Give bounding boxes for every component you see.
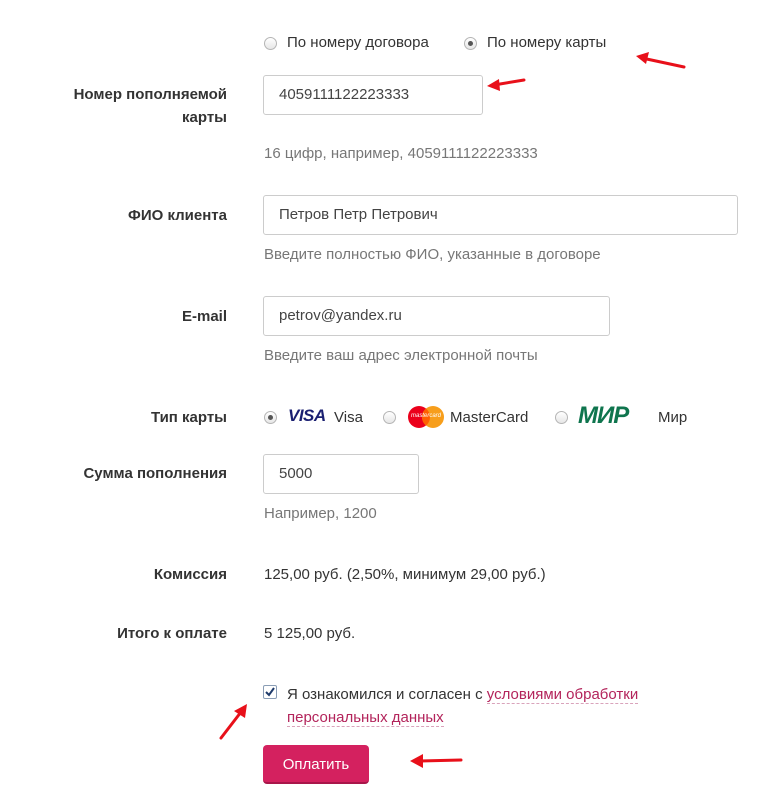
- agreement-text-prefix: Я ознакомился и согласен с: [287, 686, 483, 703]
- visa-logo-icon: VISA: [288, 406, 326, 425]
- checkmark-icon: [265, 687, 275, 697]
- annotation-arrow-icon: [487, 78, 526, 91]
- email-label: E-mail: [181, 308, 227, 325]
- annotation-arrow-icon: [219, 704, 247, 740]
- mastercard-logo-text: mastercard: [411, 413, 442, 419]
- radio-card-visa[interactable]: [264, 411, 277, 424]
- radio-card-mir[interactable]: [555, 411, 568, 424]
- commission-label: Комиссия: [153, 566, 227, 583]
- card-mir-label[interactable]: Мир: [658, 409, 687, 426]
- card-number-label: Номер пополняемой карты: [73, 86, 227, 126]
- client-name-input[interactable]: Петров Петр Петрович: [263, 195, 738, 235]
- annotation-arrow-icon: [410, 754, 463, 768]
- card-number-input[interactable]: 4059111122223333: [263, 75, 483, 115]
- agreement-checkbox[interactable]: [263, 685, 277, 699]
- commission-value: 125,00 руб. (2,50%, минимум 29,00 руб.): [264, 566, 546, 583]
- amount-hint: Например, 1200: [264, 505, 377, 522]
- agreement-text: Я ознакомился и согласен с условиями обр…: [287, 683, 707, 729]
- pay-button[interactable]: Оплатить: [263, 745, 369, 784]
- annotation-arrow-icon: [636, 52, 686, 69]
- radio-by-card[interactable]: [464, 37, 477, 50]
- card-type-label: Тип карты: [150, 409, 227, 426]
- total-label: Итого к оплате: [117, 625, 227, 642]
- radio-by-contract[interactable]: [264, 37, 277, 50]
- amount-input[interactable]: 5000: [263, 454, 419, 494]
- card-mastercard-label[interactable]: MasterCard: [450, 409, 528, 426]
- card-visa-label[interactable]: Visa: [334, 409, 363, 426]
- amount-label: Сумма пополнения: [83, 465, 227, 482]
- radio-by-card-label[interactable]: По номеру карты: [487, 34, 606, 51]
- email-input[interactable]: petrov@yandex.ru: [263, 296, 610, 336]
- mastercard-logo-icon: mastercard: [407, 405, 445, 429]
- total-value: 5 125,00 руб.: [264, 625, 356, 642]
- email-hint: Введите ваш адрес электронной почты: [264, 347, 538, 364]
- radio-by-contract-label[interactable]: По номеру договора: [287, 34, 429, 51]
- mir-logo-icon: МИР: [578, 402, 629, 429]
- card-number-hint: 16 цифр, например, 4059111122223333: [264, 145, 538, 162]
- radio-card-mastercard[interactable]: [383, 411, 396, 424]
- client-name-label: ФИО клиента: [128, 207, 227, 224]
- client-name-hint: Введите полностью ФИО, указанные в догов…: [264, 246, 601, 263]
